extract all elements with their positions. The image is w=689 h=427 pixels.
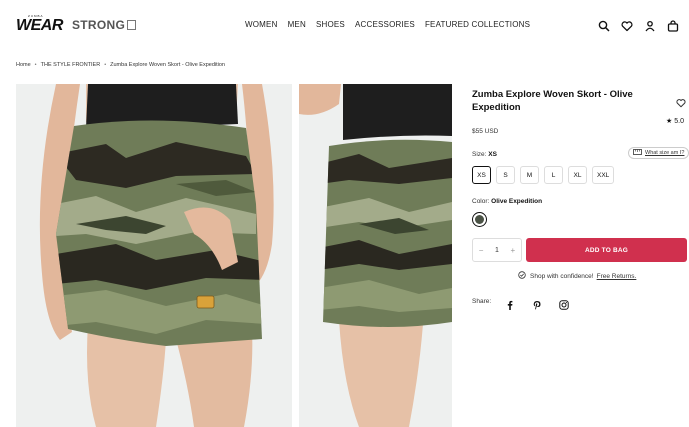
wishlist-heart-icon[interactable] bbox=[676, 95, 686, 108]
nav-women[interactable]: WOMEN bbox=[245, 20, 278, 29]
account-icon[interactable] bbox=[644, 19, 656, 32]
bag-icon[interactable] bbox=[667, 19, 679, 32]
product-image-front[interactable] bbox=[16, 84, 292, 427]
confidence-text: Shop with confidence! bbox=[530, 272, 594, 280]
nav-accessories[interactable]: ACCESSORIES bbox=[355, 20, 415, 29]
breadcrumb-separator: • bbox=[104, 62, 107, 68]
share-label: Share: bbox=[472, 298, 492, 305]
size-label: Size: XS bbox=[472, 151, 497, 158]
nav-featured-collections[interactable]: FEATURED COLLECTIONS bbox=[425, 20, 530, 29]
facebook-icon[interactable] bbox=[505, 297, 515, 310]
product-image-side[interactable] bbox=[299, 84, 452, 427]
quantity-value[interactable]: 1 bbox=[495, 247, 499, 254]
size-selected-value: XS bbox=[488, 151, 497, 158]
strong-logo-text: STRONG bbox=[72, 18, 126, 32]
size-options: XS S M L XL XXL bbox=[472, 166, 619, 184]
main-nav: WOMEN MEN SHOES ACCESSORIES FEATURED COL… bbox=[245, 20, 540, 29]
star-icon: ★ bbox=[666, 118, 673, 125]
rating-value: 5.0 bbox=[674, 118, 684, 125]
site-header: ZUMBA WEAR STRONG WOMEN MEN SHOES ACCESS… bbox=[0, 0, 689, 50]
color-label-text: Color: bbox=[472, 198, 490, 205]
shop-confidence: Shop with confidence! Free Returns. bbox=[518, 271, 636, 281]
color-label: Color: Olive Expedition bbox=[472, 198, 542, 205]
breadcrumb-collection[interactable]: THE STYLE FRONTIER bbox=[41, 62, 101, 68]
shield-check-icon bbox=[518, 271, 526, 281]
product-price: $55 USD bbox=[472, 128, 499, 135]
nav-shoes[interactable]: SHOES bbox=[316, 20, 345, 29]
size-option-s[interactable]: S bbox=[496, 166, 515, 184]
strong-logo[interactable]: STRONG bbox=[72, 18, 137, 32]
size-option-xxl[interactable]: XXL bbox=[592, 166, 615, 184]
quantity-stepper: − 1 + bbox=[472, 238, 522, 262]
size-guide-text: What size am I? bbox=[645, 150, 685, 156]
quantity-decrease-button[interactable]: − bbox=[479, 246, 484, 255]
quantity-increase-button[interactable]: + bbox=[511, 246, 516, 255]
social-share-icons bbox=[505, 297, 586, 310]
size-option-l[interactable]: L bbox=[544, 166, 563, 184]
size-option-xl[interactable]: XL bbox=[568, 166, 587, 184]
header-icons bbox=[598, 19, 689, 32]
zumba-wear-logo[interactable]: ZUMBA WEAR bbox=[16, 14, 63, 36]
nav-men[interactable]: MEN bbox=[288, 20, 306, 29]
product-rating: ★ 5.0 bbox=[666, 117, 684, 125]
breadcrumb: Home • THE STYLE FRONTIER • Zumba Explore Wo… bbox=[16, 62, 225, 68]
color-swatch-fill bbox=[475, 215, 484, 224]
heart-icon[interactable] bbox=[621, 19, 633, 32]
breadcrumb-home[interactable]: Home bbox=[16, 62, 31, 68]
search-icon[interactable] bbox=[598, 19, 610, 32]
size-label-text: Size: bbox=[472, 151, 487, 158]
logo-main-text: WEAR bbox=[16, 17, 63, 34]
breadcrumb-separator: • bbox=[34, 62, 37, 68]
breadcrumb-current: Zumba Explore Woven Skort - Olive Expedi… bbox=[110, 62, 225, 68]
size-guide-button[interactable]: What size am I? bbox=[628, 147, 689, 159]
free-returns-link[interactable]: Free Returns. bbox=[597, 273, 637, 280]
size-option-m[interactable]: M bbox=[520, 166, 539, 184]
color-swatch-olive-expedition[interactable] bbox=[472, 212, 487, 227]
color-selected-value: Olive Expedition bbox=[491, 198, 543, 205]
size-option-xs[interactable]: XS bbox=[472, 166, 491, 184]
instagram-icon[interactable] bbox=[559, 297, 569, 310]
ruler-icon bbox=[633, 149, 642, 157]
strong-logo-mark bbox=[127, 20, 137, 30]
add-to-bag-button[interactable]: ADD TO BAG bbox=[526, 238, 687, 262]
pinterest-icon[interactable] bbox=[532, 297, 542, 310]
product-title: Zumba Explore Woven Skort - Olive Expedi… bbox=[472, 89, 633, 113]
